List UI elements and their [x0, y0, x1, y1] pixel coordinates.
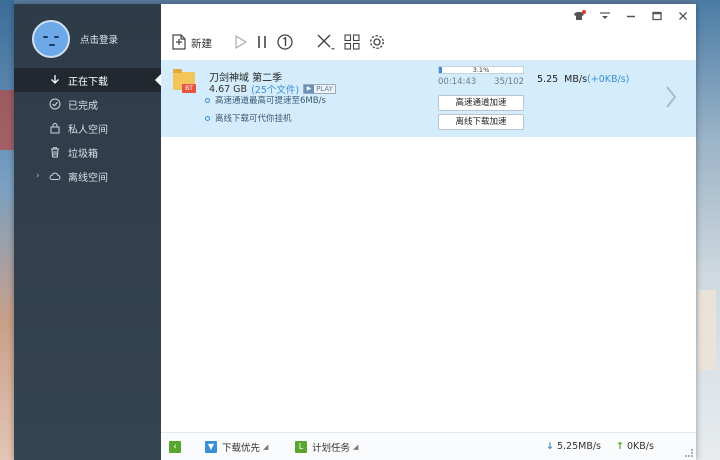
caret-icon: ◢: [353, 443, 359, 451]
tip-offline: 离线下载可代你挂机: [205, 112, 292, 124]
download-priority-label: 下载优先: [222, 443, 261, 454]
login-link[interactable]: 点击登录: [80, 32, 118, 46]
bullet-icon: [205, 115, 210, 121]
delete-button[interactable]: [316, 33, 336, 54]
limit-speed-icon: [276, 33, 294, 54]
menu-icon[interactable]: [598, 9, 612, 23]
sidebar-item-downloading[interactable]: 正在下载: [14, 68, 161, 92]
titlebar-controls: [572, 9, 690, 23]
tip-text: 高速通道最高可提速至6MB/s: [215, 96, 326, 106]
start-icon: [234, 34, 248, 53]
status-bar: ‹ ▼ 下载优先 ◢ L 计划任务 ◢ ↓ 5.25MB/s ↑ 0KB/s: [161, 432, 696, 460]
sidebar-item-completed[interactable]: 已完成: [14, 92, 161, 116]
new-task-button[interactable]: 新建: [171, 33, 212, 54]
user-panel: 点击登录: [14, 4, 161, 66]
progress-bar: 3.1%: [438, 66, 524, 74]
pause-icon: [256, 34, 268, 53]
sidebar-item-private-space[interactable]: 私人空间: [14, 116, 161, 140]
pieces-count: 35/102: [494, 77, 524, 87]
avatar-mouth: [49, 44, 55, 46]
download-priority-button[interactable]: ▼ 下载优先 ◢: [205, 440, 268, 454]
download-manager-window: 点击登录 正在下载 已完成 私人空间 垃圾箱 › 离线空间 新建 BT 刀剑神域…: [14, 4, 696, 460]
check-circle-icon: [49, 98, 61, 110]
play-icon: ▶: [304, 85, 315, 93]
toolbar: 新建: [171, 32, 394, 54]
grid-view-button[interactable]: [344, 33, 360, 53]
wallpaper-accent-right: [698, 290, 716, 370]
cloud-icon: [49, 170, 61, 182]
tip-high-speed: 高速通道最高可提速至6MB/s: [205, 94, 326, 106]
sidebar: 点击登录 正在下载 已完成 私人空间 垃圾箱 › 离线空间: [14, 4, 161, 460]
sidebar-item-offline-space[interactable]: › 离线空间: [14, 164, 161, 188]
download-arrow-icon: [49, 74, 61, 86]
wallpaper-left: [0, 0, 14, 460]
grid-icon: [344, 33, 360, 53]
speed-unit: MB/s: [564, 74, 588, 85]
new-task-label: 新建: [191, 37, 212, 50]
task-size: 4.67 GB: [209, 83, 248, 95]
skin-icon[interactable]: [572, 9, 586, 23]
wallpaper-accent: [0, 90, 14, 150]
wallpaper-right: [696, 0, 720, 460]
high-speed-accelerate-button[interactable]: 高速通道加速: [438, 95, 524, 111]
upload-speed-icon: ↑: [616, 441, 624, 452]
maximize-icon[interactable]: [650, 9, 664, 23]
start-button[interactable]: [234, 34, 248, 53]
sidebar-item-label: 正在下载: [68, 76, 108, 88]
lock-icon: [49, 122, 61, 134]
download-speed-value: 5.25MB/s: [556, 441, 601, 452]
sidebar-nav: 正在下载 已完成 私人空间 垃圾箱 › 离线空间: [14, 68, 161, 188]
delete-icon: [316, 33, 336, 54]
download-speed: ↓ 5.25MB/s: [546, 441, 601, 452]
avatar[interactable]: [32, 20, 70, 58]
sidebar-item-label: 已完成: [68, 100, 98, 112]
chevron-right-icon[interactable]: [664, 84, 678, 114]
task-speed: 5.25 MB/s (+0KB/s): [537, 74, 629, 85]
sidebar-item-trash[interactable]: 垃圾箱: [14, 140, 161, 164]
progress-block: 3.1% 00:14:43 35/102: [438, 66, 524, 87]
new-task-icon: [171, 33, 187, 54]
elapsed-time: 00:14:43: [438, 77, 477, 87]
pause-button[interactable]: [256, 34, 268, 53]
schedule-icon: L: [295, 441, 307, 453]
bt-badge: BT: [182, 84, 196, 93]
progress-stats: 00:14:43 35/102: [438, 77, 524, 87]
task-row[interactable]: BT 刀剑神域 第二季 4.67 GB (25个文件) ▶ PLAY 高速通道最…: [161, 60, 696, 137]
offline-accelerate-button[interactable]: 离线下载加速: [438, 114, 524, 130]
download-priority-icon: ▼: [205, 441, 217, 453]
upload-speed: ↑ 0KB/s: [616, 441, 654, 452]
chevron-right-icon[interactable]: ›: [36, 171, 40, 181]
main-content: 新建 BT 刀剑神域 第二季 4.67 GB (25个文件) ▶ PLAY 高速…: [161, 4, 696, 460]
speed-boost: (+0KB/s): [587, 74, 630, 85]
collapse-sidebar-button[interactable]: ‹: [169, 441, 181, 453]
bullet-icon: [205, 97, 210, 103]
scheduled-task-label: 计划任务: [312, 443, 351, 454]
upload-speed-value: 0KB/s: [626, 441, 654, 452]
sidebar-item-label: 离线空间: [68, 172, 108, 184]
close-icon[interactable]: [676, 9, 690, 23]
download-speed-icon: ↓: [546, 441, 554, 452]
caret-icon: ◢: [263, 443, 269, 451]
resize-grip[interactable]: [685, 449, 693, 457]
speed-value: 5.25: [537, 74, 559, 85]
play-button[interactable]: ▶ PLAY: [303, 84, 336, 94]
settings-icon: [368, 33, 386, 54]
limit-speed-button[interactable]: [276, 33, 294, 54]
settings-button[interactable]: [368, 33, 386, 54]
tip-text: 离线下载可代你挂机: [215, 114, 292, 124]
play-label: PLAY: [316, 85, 333, 93]
scheduled-task-button[interactable]: L 计划任务 ◢: [295, 440, 358, 454]
trash-icon: [49, 146, 61, 158]
sidebar-item-label: 垃圾箱: [68, 148, 98, 160]
sidebar-item-label: 私人空间: [68, 124, 108, 136]
avatar-eye-left: [43, 36, 48, 38]
avatar-eye-right: [54, 36, 59, 38]
minimize-icon[interactable]: [624, 9, 638, 23]
progress-text: 3.1%: [472, 66, 490, 74]
